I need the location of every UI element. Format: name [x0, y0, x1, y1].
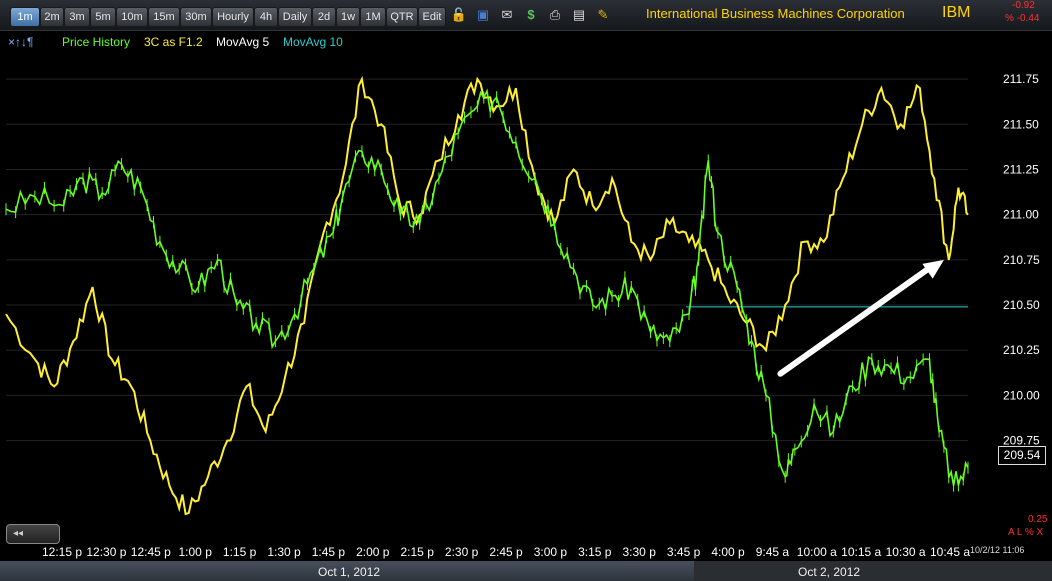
date-label-oct1: Oct 1, 2012 — [318, 565, 381, 579]
scale-controls[interactable]: A L % X — [1008, 527, 1043, 538]
x-tick-label: 1:15 p — [223, 545, 257, 559]
x-tick-label: 1:45 p — [312, 545, 346, 559]
x-tick-label: 2:15 p — [401, 545, 435, 559]
x-tick-label: 3:30 p — [623, 545, 657, 559]
y-tick-label: 210.50 — [1003, 298, 1040, 312]
x-tick-label: 12:45 p — [131, 545, 171, 559]
x-tick-label: 10:30 a — [886, 545, 926, 559]
x-tick-label: 3:00 p — [534, 545, 568, 559]
series-price-line — [5, 88, 969, 486]
x-tick-label: 2:45 p — [489, 545, 523, 559]
date-label-oct2: Oct 2, 2012 — [798, 565, 861, 579]
x-tick-label: 3:45 p — [667, 545, 701, 559]
series-3c-line — [5, 75, 969, 516]
x-tick-label: 10:00 a — [797, 545, 837, 559]
scroll-handle[interactable]: ◂◂ — [6, 524, 60, 544]
x-tick-label: 12:30 p — [86, 545, 126, 559]
y-tick-label: 210.25 — [1003, 343, 1040, 357]
x-tick-label: 10:45 a — [930, 545, 970, 559]
chart-canvas: 211.75 211.50 211.25 211.00 210.75 210.50 210.… — [5, 72, 1040, 559]
y-tick-label: 211.50 — [1003, 117, 1039, 131]
timestamp: 10/2/12 11:06 — [970, 545, 1025, 555]
y-tick-label: 211.25 — [1003, 162, 1039, 176]
y-tick-label: 211.75 — [1003, 72, 1039, 86]
y-tick-label: 211.00 — [1003, 208, 1039, 222]
x-tick-label: 10:15 a — [841, 545, 881, 559]
annotation-arrow-shaft — [777, 261, 937, 377]
x-tick-label: 1:30 p — [267, 545, 301, 559]
x-tick-label: 2:30 p — [445, 545, 479, 559]
x-tick-label: 1:00 p — [179, 545, 213, 559]
x-tick-label: 12:15 p — [42, 545, 82, 559]
y-tick-label: 210.75 — [1003, 253, 1040, 267]
x-tick-label: 4:00 p — [711, 545, 745, 559]
last-price-box: 209.54 — [998, 446, 1046, 465]
x-tick-label: 9:45 a — [756, 545, 790, 559]
scale-increment: 0.25 — [1028, 514, 1048, 525]
x-tick-label: 2:00 p — [356, 545, 390, 559]
y-tick-label: 210.00 — [1003, 388, 1040, 402]
x-tick-label: 3:15 p — [578, 545, 612, 559]
